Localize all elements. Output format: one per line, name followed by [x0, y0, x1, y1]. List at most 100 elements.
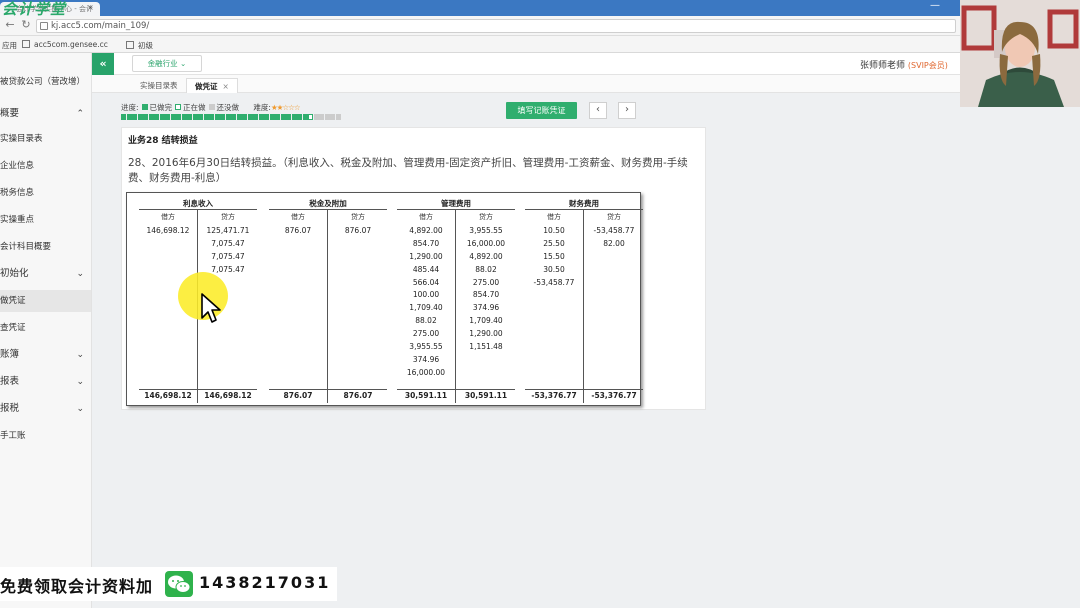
reload-icon[interactable]: ↻: [20, 19, 32, 31]
minimize-icon[interactable]: —: [928, 1, 942, 12]
credit-total: 30,591.11: [464, 391, 508, 400]
progress-segment: [225, 114, 231, 120]
sidebar-item-label: 概要: [0, 108, 20, 119]
tab-catalog[interactable]: 实操目录表: [132, 78, 186, 93]
bookmark-apps[interactable]: 应用: [2, 40, 17, 51]
debit-entry: 30.50: [543, 264, 565, 274]
sidebar-item-3[interactable]: 税务信息: [0, 182, 91, 204]
tab-label: 做凭证: [195, 82, 218, 91]
close-tab-icon[interactable]: ×: [87, 3, 94, 12]
progress-segment: [126, 114, 132, 120]
collapse-sidebar-button[interactable]: «: [92, 53, 114, 75]
sidebar-item-label: 账簿: [0, 349, 20, 360]
total-line: [269, 389, 387, 390]
t-account: 财务费用 借方 贷方 10.50 25.50 15.50 30.50 -53,458.77 -5…: [525, 193, 643, 405]
doing-label: 正在做: [183, 103, 206, 112]
debit-total: -53,376.77: [531, 391, 577, 400]
sidebar-item-4[interactable]: 实操重点: [0, 209, 91, 231]
debit-entry: 854.70: [412, 238, 440, 248]
credit-column: 3,955.55 16,000.00 4,892.00 88.02 275.00 854.…: [457, 225, 515, 354]
credit-entry: 4,892.00: [469, 251, 503, 261]
credit-entry: 3,955.55: [469, 226, 503, 235]
t-vertical-line: [583, 209, 584, 403]
t-account: 税金及附加 借方 贷方 876.07 876.07 876.07 876.07: [269, 193, 387, 405]
sidebar-item-5[interactable]: 会计科目概要: [0, 236, 91, 258]
bookmark-label: 应用: [2, 41, 17, 50]
sidebar-item-10[interactable]: 报表 ⌄: [0, 371, 91, 393]
fill-voucher-button[interactable]: 填写记账凭证: [506, 102, 577, 119]
chevron-down-icon: ⌄: [76, 404, 84, 414]
progress-segment: [187, 114, 192, 120]
progress-segment: [121, 114, 126, 120]
sidebar-item-12[interactable]: 手工账: [0, 425, 91, 447]
progress-segment: [247, 114, 253, 120]
prev-button[interactable]: ‹: [589, 102, 607, 119]
sidebar-item-8[interactable]: 查凭证: [0, 317, 91, 339]
progress-segment: [264, 114, 269, 120]
debit-entry: 88.02: [415, 316, 437, 326]
user-name: 张师师老师: [860, 61, 906, 71]
credit-entry: 854.70: [472, 290, 500, 300]
mouse-pointer-icon: [201, 293, 221, 323]
next-button[interactable]: ›: [618, 102, 636, 119]
page-icon: [40, 22, 48, 30]
progress-segment: [198, 114, 203, 120]
progress-segment: [132, 114, 137, 120]
progress-segment: [308, 114, 313, 120]
promo-phone: 1438217031: [199, 573, 331, 592]
sidebar-item-label: 报税: [0, 403, 20, 414]
close-tab-icon[interactable]: ×: [223, 82, 229, 91]
wechat-icon: [165, 571, 193, 597]
credit-column: -53,458.77 82.00: [585, 225, 643, 251]
progress-segment: [231, 114, 236, 120]
progress-segment: [176, 114, 181, 120]
sidebar-item-6[interactable]: 初始化 ⌄: [0, 263, 91, 285]
credit-entry: 16,000.00: [466, 238, 506, 248]
bookmark-chuji[interactable]: 初级: [126, 40, 153, 51]
t-horizontal-line: [397, 209, 515, 210]
progress-segment: [258, 114, 264, 120]
chevron-down-icon: ⌄: [76, 269, 84, 279]
credit-entry: 1,290.00: [469, 329, 503, 339]
credit-label: 贷方: [479, 213, 493, 221]
bookmark-label: acc5com.gensee.cc: [34, 40, 108, 49]
tab-make-voucher[interactable]: 做凭证 ×: [186, 78, 238, 93]
sidebar-item-9[interactable]: 账簿 ⌄: [0, 344, 91, 366]
debit-label: 借方: [419, 213, 433, 221]
document-icon: [126, 41, 134, 49]
bookmark-label: 初级: [138, 41, 153, 50]
debit-label: 借方: [291, 213, 305, 221]
sidebar-item-1[interactable]: 实操目录表: [0, 128, 91, 150]
debit-entry: 374.96: [412, 354, 440, 364]
credit-total: 876.07: [343, 391, 373, 400]
progress-segment: [165, 114, 170, 120]
page-tabs: 实操目录表 做凭证 ×: [92, 75, 960, 93]
sidebar-item-7[interactable]: 做凭证: [0, 290, 91, 312]
sidebar-item-0[interactable]: 概要 ⌃: [0, 103, 91, 125]
user-info[interactable]: 张师师老师 (SVIP会员): [860, 58, 948, 71]
progress-segment: [313, 114, 319, 120]
debit-column: 10.50 25.50 15.50 30.50 -53,458.77: [525, 225, 583, 289]
credit-entry: 125,471.71: [206, 226, 250, 235]
account-name: 管理费用: [441, 199, 471, 208]
back-icon[interactable]: ←: [4, 19, 16, 31]
url-input[interactable]: kj.acc5.com/main_109/: [36, 19, 956, 33]
debit-entry: -53,458.77: [533, 277, 575, 287]
progress-segment: [148, 114, 154, 120]
progress-segment: [286, 114, 291, 120]
debit-entry: 1,290.00: [409, 251, 443, 261]
progress-segment: [280, 114, 286, 120]
progress-segment: [330, 114, 335, 120]
bookmark-gensee[interactable]: acc5com.gensee.cc: [22, 40, 108, 49]
industry-dropdown[interactable]: 金融行业 ⌄: [132, 55, 202, 72]
progress-segment: [236, 114, 242, 120]
debit-column: 876.07: [269, 225, 327, 238]
sidebar-item-2[interactable]: 企业信息: [0, 155, 91, 177]
sidebar-item-label: 企业信息: [0, 161, 35, 171]
debit-label: 借方: [161, 213, 175, 221]
progress-segment: [214, 114, 220, 120]
sidebar-item-label: 查凭证: [0, 323, 26, 333]
sidebar-item-11[interactable]: 报税 ⌄: [0, 398, 91, 420]
sidebar-item-label: 报表: [0, 376, 20, 387]
t-vertical-line: [455, 209, 456, 403]
